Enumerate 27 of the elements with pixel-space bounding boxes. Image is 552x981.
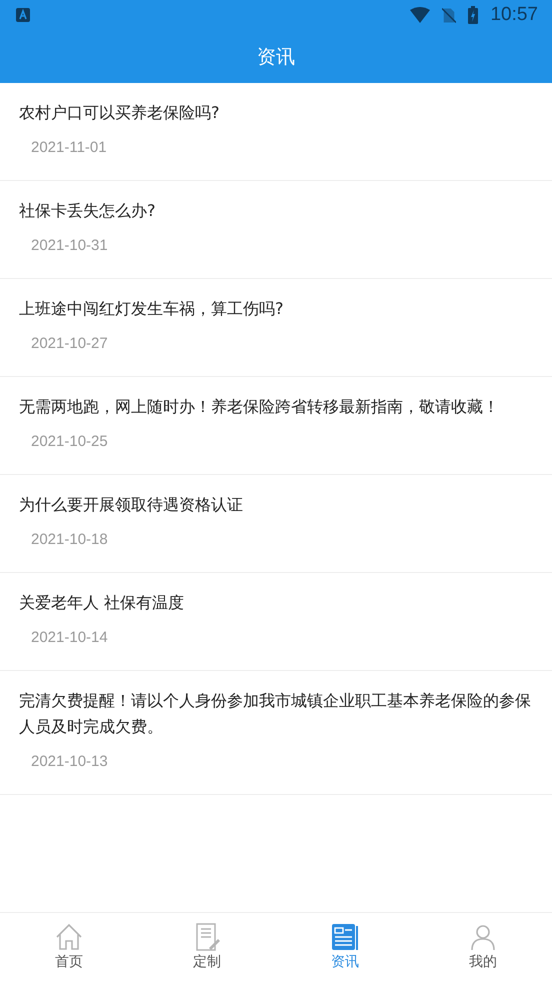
newspaper-icon xyxy=(331,923,359,951)
person-icon xyxy=(469,923,497,951)
article-date: 2021-10-18 xyxy=(31,531,109,548)
article-title[interactable]: 社保卡丢失怎么办? xyxy=(19,198,532,224)
page-title: 资讯 xyxy=(257,44,295,70)
article-date: 2021-11-01 xyxy=(31,139,108,156)
article-title[interactable]: 上班途中闯红灯发生车祸，算工伤吗? xyxy=(19,296,532,322)
nav-tab[interactable]: 定制 xyxy=(138,913,276,981)
article-title[interactable]: 无需两地跑，网上随时办！养老保险跨省转移最新指南，敬请收藏！ xyxy=(19,394,532,420)
nav-tab[interactable]: 我的 xyxy=(414,913,552,981)
article-date: 2021-10-13 xyxy=(31,753,109,770)
article-title[interactable]: 为什么要开展领取待遇资格认证 xyxy=(19,492,532,518)
nav-tab[interactable]: 资讯 xyxy=(276,913,414,981)
wifi-icon xyxy=(410,7,430,23)
clock-time: 10:57 xyxy=(490,4,538,26)
home-icon xyxy=(55,923,83,951)
article-title[interactable]: 关爱老年人 社保有温度 xyxy=(19,590,532,616)
article-title[interactable]: 农村户口可以买养老保险吗? xyxy=(19,100,532,126)
article-date: 2021-10-25 xyxy=(31,433,109,450)
nav-tab[interactable]: 首页 xyxy=(0,913,138,981)
article-date: 2021-10-14 xyxy=(31,629,109,646)
article-title[interactable]: 完清欠费提醒！请以个人身份参加我市城镇企业职工基本养老保险的参保人员及时完成欠费。 xyxy=(19,688,532,740)
no-sim-icon xyxy=(442,6,456,24)
article-date: 2021-10-27 xyxy=(31,335,109,352)
keyboard-icon xyxy=(16,8,30,22)
battery-charging-icon xyxy=(468,6,478,24)
article-date: 2021-10-31 xyxy=(31,237,109,254)
